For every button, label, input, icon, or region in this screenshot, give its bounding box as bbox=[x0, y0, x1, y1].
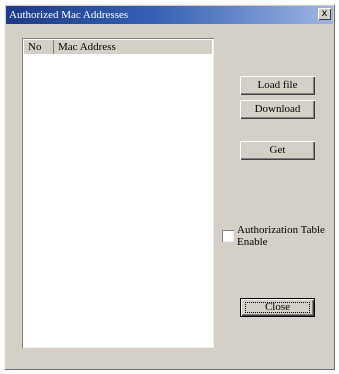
close-icon[interactable]: x bbox=[318, 8, 331, 20]
mac-address-list[interactable]: No Mac Address bbox=[22, 38, 214, 348]
authorization-table-enable-label: Authorization Table Enable bbox=[237, 224, 325, 248]
title-bar[interactable]: Authorized Mac Addresses x bbox=[6, 6, 333, 24]
close-button[interactable]: Close bbox=[240, 298, 315, 317]
dialog-title: Authorized Mac Addresses bbox=[9, 9, 129, 21]
column-header-no[interactable]: No bbox=[24, 40, 54, 54]
download-button[interactable]: Download bbox=[240, 100, 315, 119]
list-body[interactable] bbox=[24, 54, 212, 346]
get-button[interactable]: Get bbox=[240, 141, 315, 160]
authorized-mac-dialog: Authorized Mac Addresses x No Mac Addres… bbox=[4, 4, 335, 370]
focus-rectangle bbox=[245, 302, 310, 313]
list-header: No Mac Address bbox=[24, 40, 212, 54]
column-header-mac-address[interactable]: Mac Address bbox=[54, 40, 212, 54]
authorization-table-enable-checkbox[interactable] bbox=[222, 230, 234, 242]
load-file-button[interactable]: Load file bbox=[240, 76, 315, 95]
